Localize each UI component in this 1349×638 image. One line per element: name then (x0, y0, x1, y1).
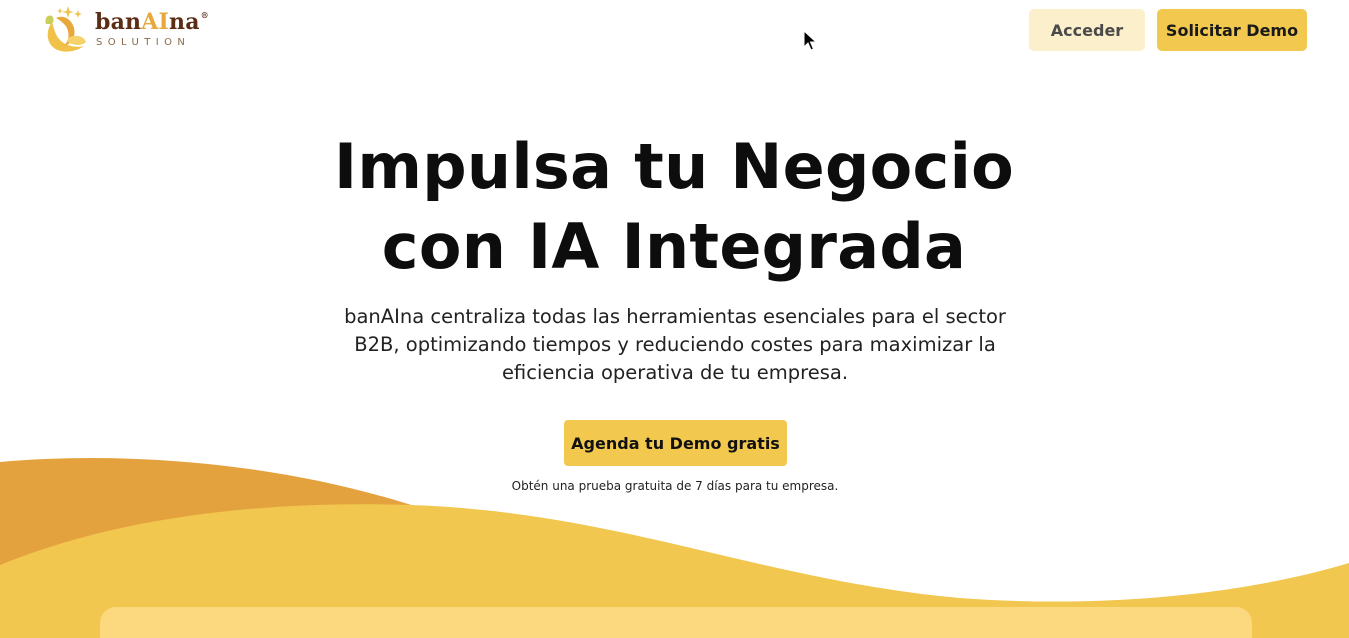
brand-logo[interactable]: banAIna® SOLUTION (42, 4, 222, 54)
login-button[interactable]: Acceder (1029, 9, 1145, 51)
feature-panel (100, 607, 1252, 638)
logo-tagline: SOLUTION (96, 37, 191, 48)
trial-note: Obtén una prueba gratuita de 7 días para… (511, 479, 839, 493)
landing-page: banAIna® SOLUTION Acceder Solicitar Demo… (0, 0, 1349, 638)
logo-wordmark: banAIna® (95, 9, 209, 35)
site-header: banAIna® SOLUTION Acceder Solicitar Demo (0, 0, 1349, 62)
hero-title-line-2: con IA Integrada (381, 210, 967, 283)
hero-title: Impulsa tu Negocio con IA Integrada (274, 127, 1074, 287)
request-demo-button[interactable]: Solicitar Demo (1157, 9, 1307, 51)
book-demo-button[interactable]: Agenda tu Demo gratis (564, 420, 787, 466)
hero-title-line-1: Impulsa tu Negocio (333, 130, 1015, 203)
mouse-cursor-icon (803, 30, 817, 51)
hero-subtitle: banAIna centraliza todas las herramienta… (344, 305, 1006, 384)
banana-sparkle-icon (45, 6, 86, 52)
